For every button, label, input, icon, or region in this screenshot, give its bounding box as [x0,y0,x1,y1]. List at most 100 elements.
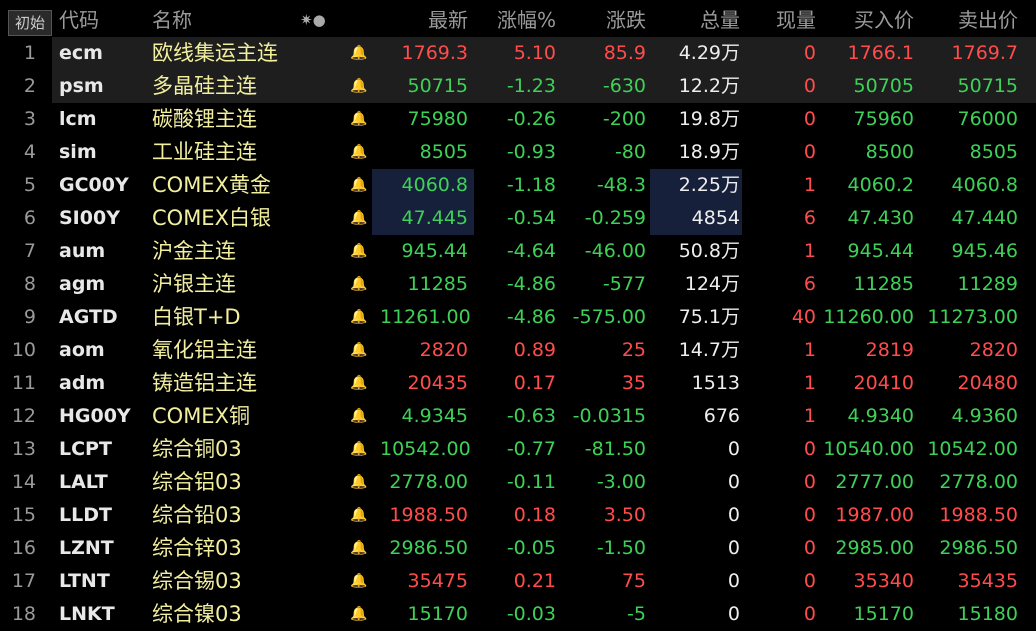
cell-ask: 2778.00 [939,471,1018,493]
cell-chg: 35 [621,372,646,394]
symbol-code: LLDT [59,504,112,526]
table-row[interactable]: 11 adm 铸造铝主连 🔔 20435 0.17 35 1513 1 20410 20480 [0,367,1036,400]
cell-vol: 18.9万 [678,141,740,163]
alert-bell-icon[interactable]: 🔔 [350,70,368,103]
alert-bell-icon[interactable]: 🔔 [350,532,368,565]
table-row[interactable]: 10 aom 氧化铝主连 🔔 2820 0.89 25 14.7万 1 2819 2820 [0,334,1036,367]
cell-cur: 1 [803,405,816,427]
quote-table: 初始 代码 名称 ✷● 最新 涨幅% 涨跌 总量 现量 买入价 卖出价 1 ecm… [0,0,1036,631]
table-row[interactable]: 3 lcm 碳酸锂主连 🔔 75980 -0.26 -200 19.8万 0 75960 76000 [0,103,1036,136]
alert-bell-icon[interactable]: 🔔 [350,433,368,466]
cell-last: 11285 [407,273,468,295]
cell-chg: -1.50 [596,537,646,559]
alert-bell-icon[interactable]: 🔔 [350,37,368,70]
header-last[interactable]: 最新 [380,4,468,37]
symbol-name: COMEX黄金 [152,173,271,197]
cell-ask: 47.440 [951,207,1018,229]
table-row[interactable]: 14 LALT 综合铝03 🔔 2778.00 -0.11 -3.00 0 0 2777.00 27… [0,466,1036,499]
cell-cur: 0 [803,75,816,97]
header-name[interactable]: 名称 [152,4,192,37]
alert-bell-icon[interactable]: 🔔 [350,334,368,367]
alert-bell-icon[interactable]: 🔔 [350,169,368,202]
cell-ask: 4060.8 [951,174,1018,196]
cell-last: 10542.00 [380,438,471,460]
cell-bid: 945.44 [847,240,914,262]
cell-cur: 0 [803,570,816,592]
table-row[interactable]: 15 LLDT 综合铅03 🔔 1988.50 0.18 3.50 0 0 1987.00 1988… [0,499,1036,532]
row-number: 17 [11,570,36,592]
cell-ask: 50715 [957,75,1018,97]
row-number: 12 [11,405,36,427]
symbol-code: sim [59,141,97,163]
header-cur[interactable]: 现量 [744,4,816,37]
table-row[interactable]: 18 LNKT 综合镍03 🔔 15170 -0.03 -5 0 0 15170 15180 [0,598,1036,631]
table-row[interactable]: 6 SI00Y COMEX白银 🔔 47.445 -0.54 -0.259 4854 6 47.4… [0,202,1036,235]
header-ask[interactable]: 卖出价 [918,4,1018,37]
cell-bid: 15170 [853,603,914,625]
cell-last: 2778.00 [389,471,468,493]
cell-cur: 0 [803,438,816,460]
cell-pct: 0.89 [513,339,556,361]
cell-last: 2986.50 [389,537,468,559]
table-row[interactable]: 4 sim 工业硅主连 🔔 8505 -0.93 -80 18.9万 0 8500 8505 [0,136,1036,169]
alert-bell-icon[interactable]: 🔔 [350,499,368,532]
cell-bid: 2985.00 [835,537,914,559]
alert-bell-icon[interactable]: 🔔 [350,400,368,433]
row-number: 6 [23,207,36,229]
symbol-name: 欧线集运主连 [152,41,278,65]
row-number: 3 [23,108,36,130]
header-pct[interactable]: 涨幅% [474,4,556,37]
cell-ask: 2820 [969,339,1018,361]
symbol-name: 铸造铝主连 [152,371,257,395]
table-row[interactable]: 9 AGTD 白银T+D 🔔 11261.00 -4.86 -575.00 75.1万 40 11… [0,301,1036,334]
cell-vol: 124万 [684,273,740,295]
alert-bell-icon[interactable]: 🔔 [350,466,368,499]
cell-ask: 11273.00 [927,306,1018,328]
cell-cur: 0 [803,603,816,625]
cell-vol: 19.8万 [678,108,740,130]
cell-pct: -0.63 [506,405,556,427]
alert-bell-icon[interactable]: 🔔 [350,268,368,301]
alert-bell-icon[interactable]: 🔔 [350,598,368,631]
cell-chg: 85.9 [603,42,646,64]
cell-chg: -5 [627,603,646,625]
header-code[interactable]: 代码 [59,4,99,37]
table-row[interactable]: 13 LCPT 综合铜03 🔔 10542.00 -0.77 -81.50 0 0 10540.0… [0,433,1036,466]
table-row[interactable]: 12 HG00Y COMEX铜 🔔 4.9345 -0.63 -0.0315 676 1 4.93… [0,400,1036,433]
cell-cur: 0 [803,537,816,559]
table-row[interactable]: 1 ecm 欧线集运主连 🔔 1769.3 5.10 85.9 4.29万 0 1766.1 176… [0,37,1036,70]
reset-button[interactable]: 初始 [8,10,52,36]
cell-bid: 4060.2 [847,174,914,196]
symbol-code: LALT [59,471,108,493]
row-number: 10 [11,339,36,361]
cell-pct: -4.86 [506,273,556,295]
row-number: 14 [11,471,36,493]
header-chg[interactable]: 涨跌 [560,4,646,37]
cell-last: 1988.50 [389,504,468,526]
cell-last: 75980 [407,108,468,130]
alert-bell-icon[interactable]: 🔔 [350,103,368,136]
cell-vol: 1513 [691,372,740,394]
cell-cur: 6 [803,207,816,229]
cell-pct: -0.11 [506,471,556,493]
alert-bell-icon[interactable]: 🔔 [350,301,368,334]
symbol-code: lcm [59,108,97,130]
header-vol[interactable]: 总量 [650,4,740,37]
table-row[interactable]: 16 LZNT 综合锌03 🔔 2986.50 -0.05 -1.50 0 0 2985.00 29… [0,532,1036,565]
header-bid[interactable]: 买入价 [820,4,914,37]
alert-bell-icon[interactable]: 🔔 [350,202,368,235]
table-row[interactable]: 7 aum 沪金主连 🔔 945.44 -4.64 -46.00 50.8万 1 945.44 94… [0,235,1036,268]
table-row[interactable]: 17 LTNT 综合锡03 🔔 35475 0.21 75 0 0 35340 35435 [0,565,1036,598]
alert-bell-icon[interactable]: 🔔 [350,565,368,598]
alert-bell-icon[interactable]: 🔔 [350,235,368,268]
symbol-code: AGTD [59,306,118,328]
table-row[interactable]: 5 GC00Y COMEX黄金 🔔 4060.8 -1.18 -48.3 2.25万 1 4060… [0,169,1036,202]
alert-bell-icon[interactable]: 🔔 [350,367,368,400]
symbol-name: 沪银主连 [152,272,236,296]
cell-pct: -0.05 [506,537,556,559]
cell-cur: 1 [803,240,816,262]
table-row[interactable]: 2 psm 多晶硅主连 🔔 50715 -1.23 -630 12.2万 0 50705 50715 [0,70,1036,103]
alert-bell-icon[interactable]: 🔔 [350,136,368,169]
settings-icon[interactable]: ✷● [300,4,326,37]
table-row[interactable]: 8 agm 沪银主连 🔔 11285 -4.86 -577 124万 6 11285 11289 [0,268,1036,301]
